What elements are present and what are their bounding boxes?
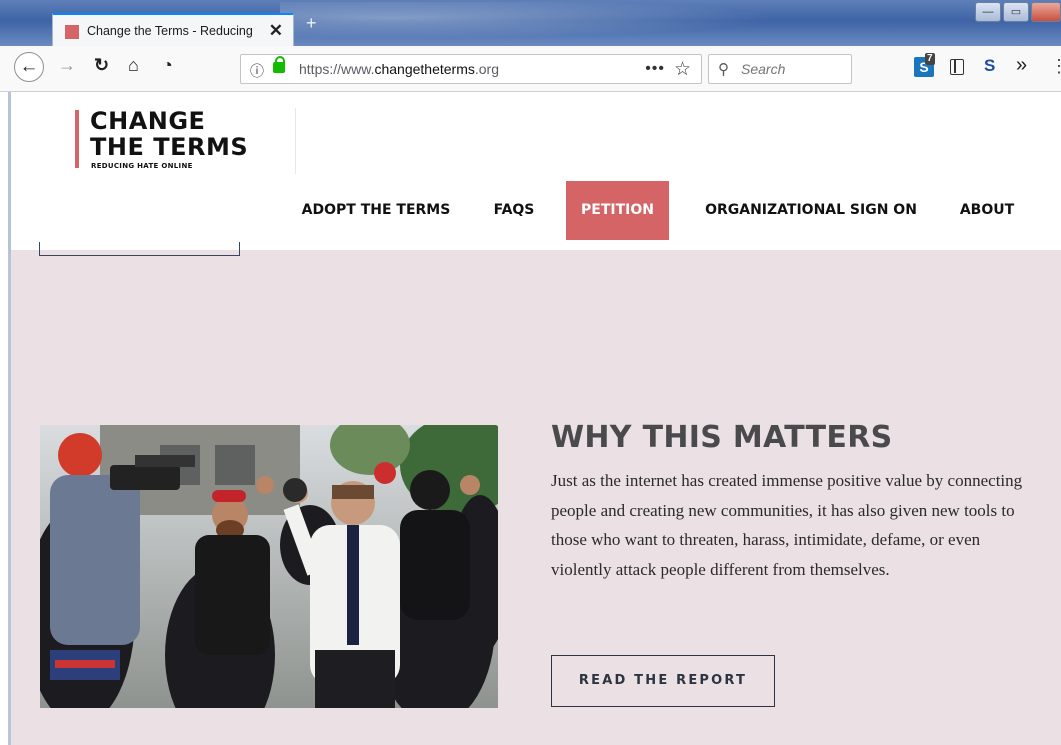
site-header: CHANGE THE TERMS REDUCING HATE ONLINE AD… bbox=[11, 92, 1061, 250]
search-input[interactable] bbox=[739, 60, 848, 78]
forward-arrow-icon[interactable]: → bbox=[58, 55, 76, 76]
tab-close-icon[interactable]: ✕ bbox=[269, 21, 283, 41]
search-box[interactable]: ⚲ bbox=[708, 54, 852, 84]
search-icon: ⚲ bbox=[718, 61, 729, 78]
nav-about[interactable]: ABOUT bbox=[949, 181, 1025, 240]
browser-tab[interactable]: Change the Terms - Reducing Hate Online … bbox=[52, 13, 294, 47]
overflow-menu-icon[interactable]: » bbox=[1016, 54, 1027, 77]
logo-line-2: THE TERMS bbox=[90, 133, 249, 161]
browser-toolbar: ← → ↻ ⌂ ◔ ⓘ https://www.changetheterms.o… bbox=[0, 46, 1061, 92]
site-info-icon[interactable]: ⓘ bbox=[250, 61, 264, 81]
why-this-matters-section: WHY THIS MATTERS Just as the internet ha… bbox=[11, 242, 1061, 745]
back-arrow-icon[interactable]: ← bbox=[14, 52, 44, 82]
site-favicon-icon bbox=[65, 25, 79, 39]
nav-petition[interactable]: PETITION bbox=[566, 181, 669, 240]
web-page: CHANGE THE TERMS REDUCING HATE ONLINE AD… bbox=[0, 92, 1061, 745]
extension-badge: 7 bbox=[925, 53, 935, 65]
site-logo[interactable]: CHANGE THE TERMS REDUCING HATE ONLINE bbox=[75, 108, 296, 174]
window-controls: — ▭ bbox=[975, 2, 1061, 24]
address-bar[interactable]: ⓘ https://www.changetheterms.org ••• ☆ bbox=[240, 54, 702, 84]
nav-adopt-the-terms[interactable]: ADOPT THE TERMS bbox=[291, 181, 461, 240]
new-tab-icon[interactable]: + bbox=[306, 13, 317, 34]
window-titlebar: Change the Terms - Reducing Hate Online … bbox=[0, 0, 1061, 47]
maximize-button[interactable]: ▭ bbox=[1003, 2, 1029, 22]
page-actions-icon[interactable]: ••• bbox=[645, 60, 665, 78]
minimize-button[interactable]: — bbox=[975, 2, 1001, 22]
logo-tagline: REDUCING HATE ONLINE bbox=[91, 162, 193, 170]
read-the-report-button[interactable]: READ THE REPORT bbox=[551, 655, 775, 707]
section-body: Just as the internet has created immense… bbox=[551, 471, 1023, 579]
nav-faqs[interactable]: FAQS bbox=[481, 181, 547, 240]
rally-photo bbox=[40, 425, 498, 708]
lock-icon[interactable] bbox=[273, 56, 285, 73]
pocket-icon[interactable]: ◔ bbox=[162, 55, 173, 76]
logo-line-1: CHANGE bbox=[90, 107, 206, 135]
main-nav: ADOPT THE TERMS FAQS PETITION ORGANIZATI… bbox=[11, 181, 1061, 240]
s-extension-icon[interactable]: S bbox=[984, 56, 995, 76]
hamburger-menu-icon[interactable]: ⋮ bbox=[1050, 56, 1061, 77]
sidebar-icon[interactable] bbox=[950, 59, 964, 75]
titlebar-glass bbox=[280, 2, 840, 42]
tab-title: Change the Terms - Reducing Hate Online bbox=[87, 24, 257, 38]
close-window-button[interactable] bbox=[1031, 2, 1061, 22]
extension-icon[interactable]: S7 bbox=[914, 53, 935, 77]
nav-organizational-sign-on[interactable]: ORGANIZATIONAL SIGN ON bbox=[693, 181, 929, 240]
previous-section-button[interactable] bbox=[39, 242, 240, 256]
section-title: WHY THIS MATTERS bbox=[551, 420, 893, 455]
reload-icon[interactable]: ↻ bbox=[94, 55, 109, 76]
url-text[interactable]: https://www.changetheterms.org bbox=[299, 61, 499, 77]
home-icon[interactable]: ⌂ bbox=[128, 55, 139, 76]
logo-accent-bar bbox=[75, 110, 79, 168]
bookmark-star-icon[interactable]: ☆ bbox=[674, 58, 691, 81]
